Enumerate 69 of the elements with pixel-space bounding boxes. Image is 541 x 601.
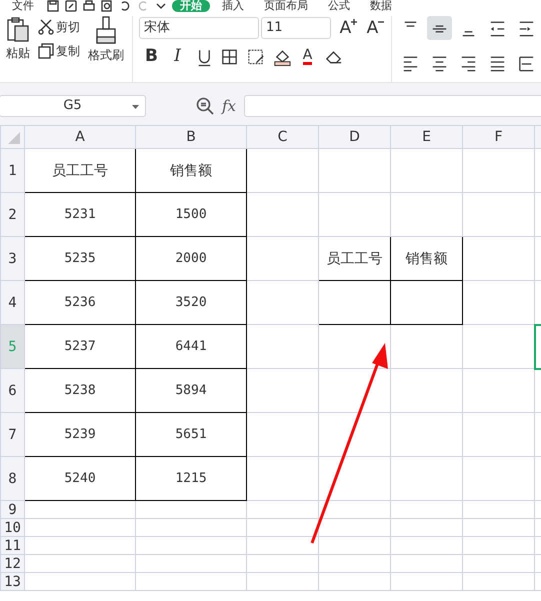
row-header[interactable]: 4 [0, 280, 24, 324]
plus-icon [350, 18, 358, 26]
cell-text: 2000 [175, 251, 207, 266]
column-header[interactable]: B [136, 126, 246, 148]
row-header[interactable]: 3 [0, 236, 24, 280]
cell-text: 员工工号 [52, 162, 108, 178]
font-name-field[interactable]: 宋体 [139, 17, 259, 39]
cell-text: 销售额 [170, 162, 212, 178]
formula-input[interactable] [244, 95, 541, 117]
cell-text: 3520 [175, 295, 207, 310]
paste-button[interactable]: 粘贴 [4, 16, 32, 82]
font-shrink-button[interactable]: A [360, 16, 385, 40]
cell-text: 5651 [175, 427, 207, 442]
cell-text: 6441 [175, 339, 207, 354]
row-header[interactable]: 1 [0, 148, 24, 192]
cell-text: 员工工号 [326, 250, 382, 266]
column-header[interactable]: D [318, 126, 390, 148]
cell-text: 销售额 [406, 250, 448, 266]
brush-icon [95, 16, 117, 46]
cell-text: 5237 [64, 339, 96, 354]
font-color-button[interactable]: A [295, 44, 320, 68]
format-painter-button[interactable]: 格式刷 [86, 16, 126, 82]
row-header[interactable]: 2 [0, 192, 24, 236]
print-icon[interactable] [82, 0, 96, 12]
menu-tab[interactable]: 文件 [4, 0, 42, 12]
row-header[interactable]: 6 [0, 368, 24, 412]
row-header[interactable]: 13 [0, 572, 24, 590]
column-header[interactable]: A [24, 126, 136, 148]
name-box[interactable]: G5 [0, 95, 146, 117]
cell-text: 5239 [64, 427, 96, 442]
column-header[interactable]: E [390, 126, 462, 148]
font-size-field[interactable]: 11 [261, 17, 331, 39]
function-icon[interactable]: fx [222, 94, 236, 118]
save-icon[interactable] [46, 0, 60, 12]
row-header[interactable]: 12 [0, 554, 24, 572]
cell-text: 5238 [64, 383, 96, 398]
row-header[interactable]: 10 [0, 518, 24, 536]
column-header[interactable]: C [246, 126, 318, 148]
cell-text: 5894 [175, 383, 207, 398]
cell-text: 1500 [175, 207, 207, 222]
row-header[interactable]: 7 [0, 412, 24, 456]
italic-button[interactable]: I [165, 44, 190, 68]
zoom-icon[interactable] [196, 97, 214, 115]
row-header[interactable]: 11 [0, 536, 24, 554]
clipboard-icon [6, 16, 30, 44]
cell-text: 5240 [64, 471, 96, 486]
menu-tab[interactable]: 公式 [320, 0, 358, 12]
scissors-icon [38, 19, 54, 35]
menu-tab[interactable]: 数据 [362, 0, 400, 12]
preview-icon[interactable] [100, 0, 114, 12]
menu-tab[interactable]: 页面布局 [256, 0, 316, 12]
copy-icon [38, 43, 54, 59]
column-header[interactable]: F [462, 126, 534, 148]
dropdown-icon[interactable] [132, 105, 139, 109]
copy-button[interactable]: 复制 [36, 40, 82, 62]
cell-text: 5236 [64, 295, 96, 310]
cell-text: 5231 [64, 207, 96, 222]
row-header[interactable]: 8 [0, 456, 24, 500]
cut-button[interactable]: 剪切 [36, 16, 82, 38]
bold-button[interactable]: B [139, 44, 164, 68]
export-icon[interactable] [64, 0, 78, 12]
menu-tab[interactable]: 插入 [214, 0, 252, 12]
cell-text: 5235 [64, 251, 96, 266]
font-grow-button[interactable]: A [333, 16, 358, 40]
row-header[interactable]: 9 [0, 500, 24, 518]
cell-text: 1215 [175, 471, 207, 486]
triangle-icon [6, 130, 20, 144]
cell-reference: G5 [63, 97, 82, 116]
align-middle-icon[interactable] [427, 16, 452, 40]
